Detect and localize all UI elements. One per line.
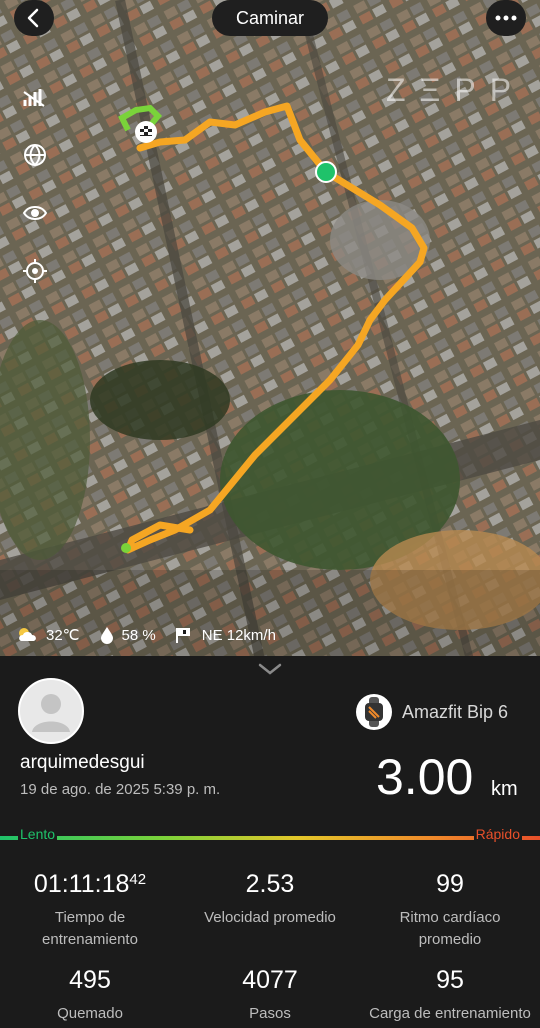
humidity-drop-icon: [100, 627, 113, 644]
device-info: Amazfit Bip 6: [356, 694, 508, 730]
stat-value: 01:11:18: [33, 870, 130, 898]
wind-value: NE 12km/h: [201, 626, 276, 644]
stat-training-time: 01:11:1842 Tiempo de entrenamiento: [0, 870, 180, 951]
temperature-value: 32℃: [46, 627, 80, 644]
chevron-left-icon: [27, 8, 39, 28]
activity-title: Caminar: [212, 0, 328, 36]
user-placeholder-icon: [32, 694, 70, 732]
stat-steps: 4077 Pasos: [180, 966, 360, 1025]
pace-scale-fast-label: Rápido: [473, 826, 522, 842]
route-map[interactable]: Caminar ZΞPP 32℃ 58 % NE 12km/h: [0, 0, 540, 660]
stat-label: Tiempo de entrenamiento: [42, 909, 138, 948]
activity-date: 19 de ago. de 2025 5:39 p. m.: [20, 781, 221, 798]
signal-off-icon[interactable]: [22, 84, 48, 110]
stat-label: Velocidad promedio: [204, 909, 336, 926]
more-options-button[interactable]: [486, 0, 526, 36]
eye-icon[interactable]: [22, 200, 48, 226]
activity-title-text: Caminar: [235, 7, 305, 28]
stat-value-sup: 42: [129, 871, 147, 888]
start-marker: [315, 161, 337, 183]
cloud-sun-icon: [19, 628, 36, 641]
back-button[interactable]: [14, 0, 54, 36]
stat-average-heart-rate: 99 Ritmo cardíaco promedio: [360, 870, 540, 951]
humidity-value: 58 %: [121, 626, 156, 644]
stat-training-load: 95 Carga de entrenamiento: [360, 966, 540, 1025]
stat-label: Pasos: [249, 1005, 291, 1022]
stat-value: 99: [436, 870, 464, 898]
pace-scale-slow-label: Lento: [18, 826, 58, 842]
globe-icon[interactable]: [22, 142, 48, 168]
stat-calories: 495 Quemado: [0, 966, 180, 1025]
distance-value: 3.00: [376, 749, 474, 805]
distance-unit: km: [491, 778, 518, 800]
device-name: Amazfit Bip 6: [402, 701, 509, 722]
stat-value: 4077: [242, 966, 298, 994]
zepp-watermark: ZΞPP: [386, 72, 526, 108]
stat-label: Ritmo cardíaco promedio: [399, 909, 501, 948]
username: arquimedesgui: [20, 752, 145, 773]
stat-label: Carga de entrenamiento: [369, 1005, 531, 1022]
more-dots-icon: [495, 15, 517, 21]
watch-icon: [356, 694, 392, 730]
locate-icon[interactable]: [22, 258, 48, 284]
stat-value: 2.53: [245, 870, 295, 898]
pace-scale-bar: [0, 836, 540, 840]
wind-flag-icon: [175, 628, 190, 643]
collapse-chevron-icon[interactable]: [258, 662, 282, 676]
stat-value: 495: [69, 966, 111, 994]
weather-bar: 32℃ 58 % NE 12km/h: [16, 624, 282, 646]
avatar[interactable]: [18, 678, 84, 744]
stat-average-speed: 2.53 Velocidad promedio: [180, 870, 360, 929]
stat-value: 95: [436, 966, 464, 994]
summary-panel: Amazfit Bip 6 arquimedesgui 19 de ago. d…: [0, 656, 540, 1028]
stat-label: Quemado: [57, 1005, 123, 1022]
